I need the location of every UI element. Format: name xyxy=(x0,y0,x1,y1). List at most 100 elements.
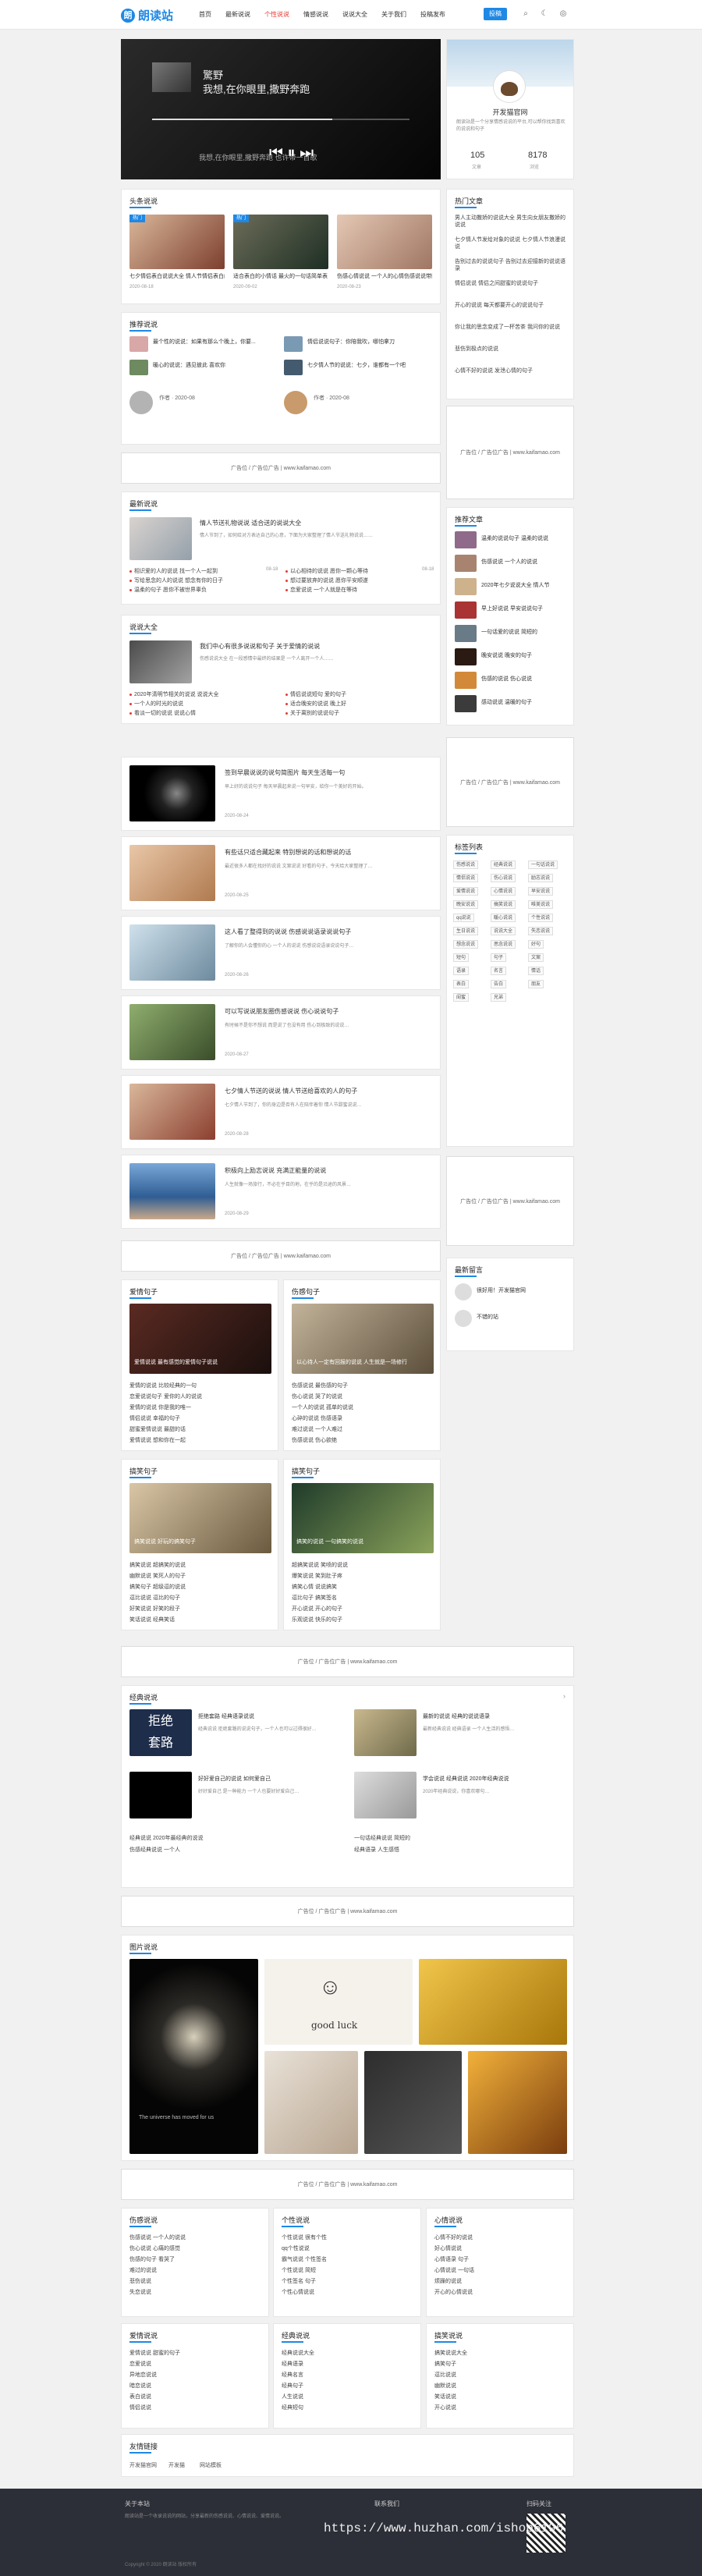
nav-latest[interactable]: 最新说说 xyxy=(225,10,250,19)
funny-item[interactable]: 乐观说说 快乐的句子 xyxy=(292,1616,432,1623)
tri-item[interactable]: 恋爱说说 xyxy=(129,2360,262,2368)
classic-thumb-1[interactable]: 拒绝 套路 xyxy=(129,1709,192,1756)
classic-thumb-2[interactable] xyxy=(354,1709,417,1756)
all-item[interactable]: 2020年清明节相关的说说 说说大全 xyxy=(129,690,270,698)
tri-item[interactable]: 伤感说说 一个人的说说 xyxy=(129,2234,262,2241)
tag-item[interactable]: 伤感说说 xyxy=(453,860,479,869)
moon-icon[interactable]: ☾ xyxy=(540,9,549,19)
logo[interactable]: 朗 朗读站 xyxy=(121,7,173,23)
tri-item[interactable]: 好心情说说 xyxy=(434,2244,567,2252)
tag-item[interactable]: 情话 xyxy=(528,967,544,975)
all-item[interactable]: 适合晚安的说说 晚上好 xyxy=(285,700,426,708)
all-thumb[interactable] xyxy=(129,640,192,683)
rec-thumb[interactable] xyxy=(284,360,303,375)
tag-item[interactable]: 想念说说 xyxy=(453,940,479,949)
nav-personal[interactable]: 个性说说 xyxy=(264,10,289,19)
rec-thumb[interactable] xyxy=(129,336,148,352)
tag-item[interactable]: qq说说 xyxy=(453,914,474,922)
love-item[interactable]: 甜蜜爱情说说 最甜的话 xyxy=(129,1425,270,1433)
recent-item[interactable]: 伤感的说说 伤心说说 xyxy=(481,675,569,683)
link-item[interactable]: 开发猫官网 xyxy=(129,2461,157,2469)
ad-banner[interactable]: 广告位 / 广告位广告 | www.kaifamao.com xyxy=(121,1646,574,1677)
headline-thumb-3[interactable] xyxy=(337,215,432,269)
funny-item[interactable]: 超搞笑说说 笑喷的说说 xyxy=(292,1561,432,1569)
avatar[interactable] xyxy=(494,71,525,102)
latest-item[interactable]: 以心相待的说说 愿你一颗心等待 xyxy=(285,567,418,575)
link-item[interactable]: 开发猫 xyxy=(168,2461,185,2469)
feed-item[interactable]: 有些话只适合藏起来 特别想说的话和想说的话 最近很多人都在找好的说说 文案说说 … xyxy=(121,836,441,910)
tag-item[interactable]: 情侣说说 xyxy=(453,874,479,882)
ad-banner[interactable]: 广告位 / 广告位广告 | www.kaifamao.com xyxy=(121,452,441,484)
nav-home[interactable]: 首页 xyxy=(199,10,211,19)
hot-item[interactable]: 心情不好的说说 发泄心情的句子 xyxy=(455,367,568,381)
classic-thumb-4[interactable] xyxy=(354,1772,417,1818)
tri-item[interactable]: qq个性说说 xyxy=(282,2244,414,2252)
tri-item[interactable]: 伤感的句子 看哭了 xyxy=(129,2255,262,2263)
tag-item[interactable]: 个性说说 xyxy=(528,914,554,922)
all-item[interactable]: 关于离别的说说句子 xyxy=(285,709,426,717)
tri-item[interactable]: 经典名言 xyxy=(282,2371,414,2379)
latest-item[interactable]: 相识爱的人的说说 找一个人一起到 xyxy=(129,567,262,575)
funny-item[interactable]: 搞笑句子 超级逗的说说 xyxy=(129,1583,270,1591)
funny-item[interactable]: 搞笑说说 超搞笑的说说 xyxy=(129,1561,270,1569)
tag-item[interactable]: 经典说说 xyxy=(491,860,516,869)
recent-item[interactable]: 感动说说 温暖的句子 xyxy=(481,698,569,706)
ad-banner[interactable]: 广告位 / 广告位广告 | www.kaifamao.com xyxy=(121,1240,441,1272)
funny-lead[interactable]: 搞笑说说 好玩的搞笑句子 xyxy=(134,1538,267,1545)
tag-item[interactable]: 短句 xyxy=(453,953,470,962)
classic-item[interactable]: 经典说说 2020年最经典的说说 xyxy=(129,1834,332,1842)
hero-banner[interactable]: 驚野 我想,在你眼里,撒野奔跑 我想,在你眼里,撒野奔跑 也许带一首歌 ⏮ ⏸ … xyxy=(121,39,441,179)
tri-item[interactable]: 搞笑句子 xyxy=(434,2360,567,2368)
tri-item[interactable]: 逗比说说 xyxy=(434,2371,567,2379)
tri-item[interactable]: 暗恋说说 xyxy=(129,2382,262,2390)
classic-title[interactable]: 拒绝套路 经典语录说说 xyxy=(198,1712,339,1720)
classic-title[interactable]: 学会说说 经典说说 2020年经典说说 xyxy=(423,1775,567,1783)
tri-item[interactable]: 悲伤说说 xyxy=(129,2277,262,2285)
latest-item[interactable]: 恋爱说说 一个人就是在等待 xyxy=(285,586,418,594)
funny-item[interactable]: 爆笑说说 笑到肚子疼 xyxy=(292,1572,432,1580)
recent-item[interactable]: 晚安说说 晚安的句子 xyxy=(481,651,569,659)
hot-item[interactable]: 七夕情人节发给对象的说说 七夕情人节浪漫说说 xyxy=(455,236,568,250)
gallery-image-5[interactable] xyxy=(364,2051,462,2154)
love-item[interactable]: 爱情说说 想和你在一起 xyxy=(129,1436,270,1444)
gallery-image-1[interactable]: The universe has moved for us xyxy=(129,1959,258,2154)
tri-item[interactable]: 经典短句 xyxy=(282,2404,414,2411)
hot-item[interactable]: 男人主动撒娇的说说大全 男生向女朋友撒娇的说说 xyxy=(455,215,568,229)
rec-thumb[interactable] xyxy=(284,336,303,352)
funny-item[interactable]: 搞笑心情 说说搞笑 xyxy=(292,1583,432,1591)
tri-item[interactable]: 难过的说说 xyxy=(129,2266,262,2274)
latest-thumb[interactable] xyxy=(129,517,192,560)
sad-item[interactable]: 伤心说说 哭了的说说 xyxy=(292,1393,432,1400)
hot-item[interactable]: 悲伤到极点的说说 xyxy=(455,346,568,360)
feed-item[interactable]: 积极向上励志说说 充满正能量的说说 人生就像一场旅行，不必在乎目的地，在乎的是沿… xyxy=(121,1155,441,1229)
feed-title[interactable]: 这人看了整得到的说说 伤感说说语录说说句子 xyxy=(225,928,435,936)
tag-item[interactable]: 语录 xyxy=(453,967,470,975)
funny-item[interactable]: 逗比说说 逗比的句子 xyxy=(129,1594,270,1602)
tri-item[interactable]: 霸气说说 个性签名 xyxy=(282,2255,414,2263)
funny-item[interactable]: 幽默说说 笑死人的句子 xyxy=(129,1572,270,1580)
tag-item[interactable]: 早安说说 xyxy=(528,887,554,896)
tri-item[interactable]: 个性心情说说 xyxy=(282,2288,414,2296)
tri-item[interactable]: 个性说说 很有个性 xyxy=(282,2234,414,2241)
funny-item[interactable]: 笑话说说 经典笑话 xyxy=(129,1616,270,1623)
love-item[interactable]: 情侣说说 幸福的句子 xyxy=(129,1414,270,1422)
tri-item[interactable]: 笑话说说 xyxy=(434,2393,567,2400)
tag-item[interactable]: 闺蜜 xyxy=(453,993,470,1002)
sad-lead[interactable]: 以心待人一定有回报的说说 人生就是一场修行 xyxy=(296,1358,429,1366)
nav-about[interactable]: 关于我们 xyxy=(381,10,406,19)
latest-lead-title[interactable]: 情人节送礼物说说 适合送的说说大全 xyxy=(200,519,434,527)
headline-title-3[interactable]: 伤感心情说说 一个人的心情伤感说说带图片 xyxy=(337,272,432,280)
ad-banner[interactable]: 广告位 / 广告位广告 | www.kaifamao.com xyxy=(121,1896,574,1927)
funny-item[interactable]: 好笑说说 好笑的段子 xyxy=(129,1605,270,1613)
classic-item[interactable]: 一句话经典说说 简短的 xyxy=(354,1834,557,1842)
love-item[interactable]: 恋爱说说句子 爱你的人的说说 xyxy=(129,1393,270,1400)
tag-item[interactable]: 励志说说 xyxy=(528,874,554,882)
hot-item[interactable]: 告别过去的说说句子 告别过去迎接新的说说语录 xyxy=(455,258,568,272)
rec-thumb[interactable] xyxy=(129,360,148,375)
tri-item[interactable]: 爱情说说 甜蜜的句子 xyxy=(129,2349,262,2357)
classic-thumb-3[interactable] xyxy=(129,1772,192,1818)
tag-item[interactable]: 心情说说 xyxy=(491,887,516,896)
headline-thumb-1[interactable] xyxy=(129,215,225,269)
post-button[interactable]: 投稿 xyxy=(484,8,507,20)
tri-item[interactable]: 烦躁的说说 xyxy=(434,2277,567,2285)
